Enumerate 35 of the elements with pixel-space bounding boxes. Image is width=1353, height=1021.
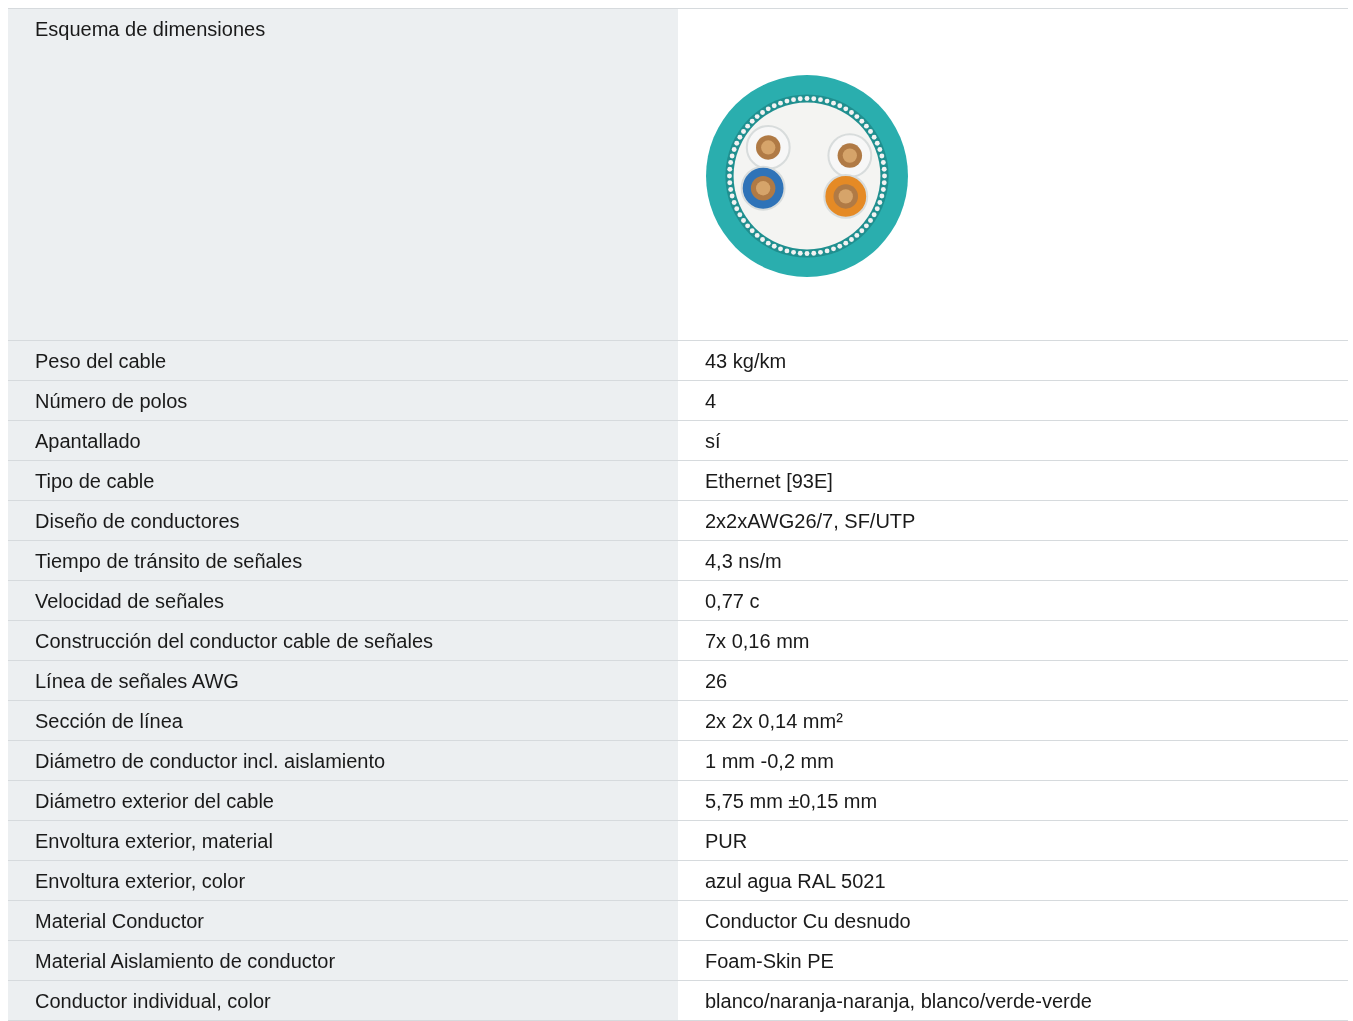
property-label: Material Conductor xyxy=(8,901,678,941)
property-label: Conductor individual, color xyxy=(8,981,678,1021)
property-label: Esquema de dimensiones xyxy=(8,9,678,341)
property-value: 4,3 ns/m xyxy=(678,541,1348,581)
property-label: Velocidad de señales xyxy=(8,581,678,621)
property-value: 2x 2x 0,14 mm² xyxy=(678,701,1348,741)
property-label: Tiempo de tránsito de señales xyxy=(8,541,678,581)
property-label: Línea de señales AWG xyxy=(8,661,678,701)
property-value: Ethernet [93E] xyxy=(678,461,1348,501)
property-value: 0,77 c xyxy=(678,581,1348,621)
property-label: Diseño de conductores xyxy=(8,501,678,541)
property-value: Conductor Cu desnudo xyxy=(678,901,1348,941)
property-label: Material Aislamiento de conductor xyxy=(8,941,678,981)
property-value: blanco/naranja-naranja, blanco/verde-verde xyxy=(678,981,1348,1021)
property-value: 7x 0,16 mm xyxy=(678,621,1348,661)
property-value: Foam-Skin PE xyxy=(678,941,1348,981)
property-value: sí xyxy=(678,421,1348,461)
property-label: Envoltura exterior, material xyxy=(8,821,678,861)
property-value: 4 xyxy=(678,381,1348,421)
property-label: Diámetro de conductor incl. aislamiento xyxy=(8,741,678,781)
property-label: Sección de línea xyxy=(8,701,678,741)
property-label: Envoltura exterior, color xyxy=(8,861,678,901)
property-value: PUR xyxy=(678,821,1348,861)
property-label: Construcción del conductor cable de señales xyxy=(8,621,678,661)
property-value: 26 xyxy=(678,661,1348,701)
property-label: Número de polos xyxy=(8,381,678,421)
property-label: Peso del cable xyxy=(8,341,678,381)
property-value: 1 mm -0,2 mm xyxy=(678,741,1348,781)
property-value: 5,75 mm ±0,15 mm xyxy=(678,781,1348,821)
property-value: 43 kg/km xyxy=(678,341,1348,381)
property-value: azul agua RAL 5021 xyxy=(678,861,1348,901)
property-label: Diámetro exterior del cable xyxy=(8,781,678,821)
property-label: Tipo de cable xyxy=(8,461,678,501)
property-label: Apantallado xyxy=(8,421,678,461)
property-value: 2x2xAWG26/7, SF/UTP xyxy=(678,501,1348,541)
